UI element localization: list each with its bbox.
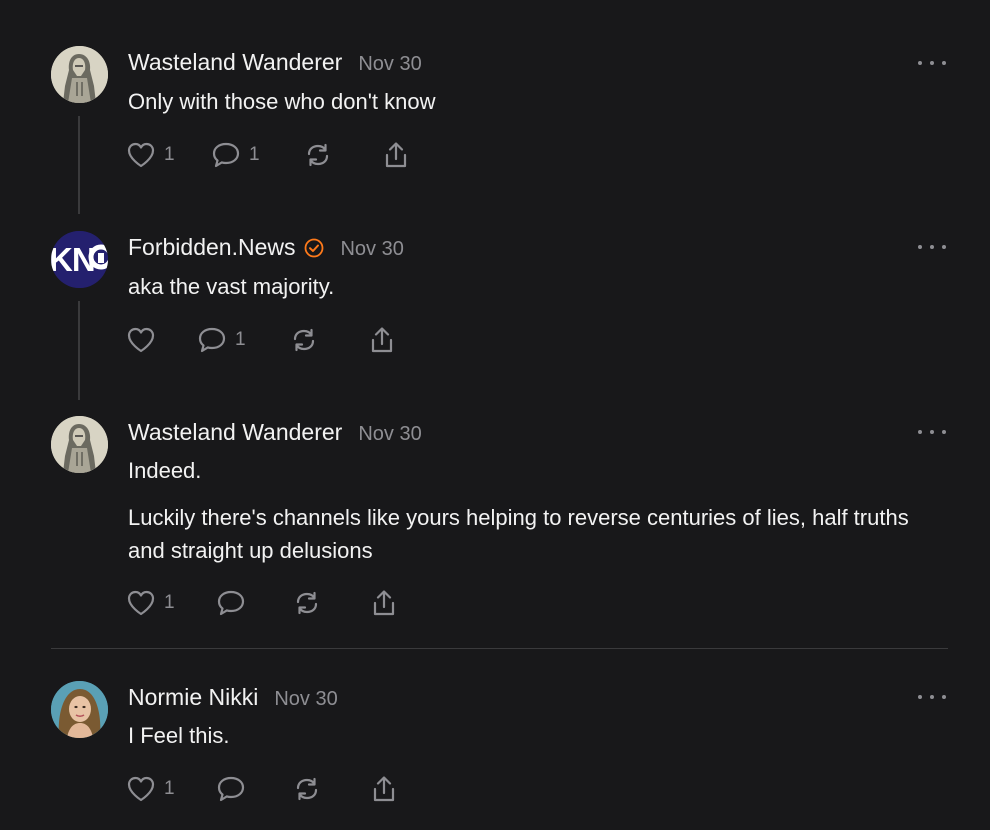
forbidden-news-logo-icon: KN [51,231,108,288]
comment-button[interactable] [216,775,254,803]
post-date[interactable]: Nov 30 [358,423,421,446]
like-count: 1 [164,778,175,799]
heart-icon [127,142,155,168]
post-paragraph: aka the vast majority. [128,274,335,299]
post-paragraph: Only with those who don't know [128,89,436,114]
thread-connector [78,301,80,400]
heart-icon [127,327,155,353]
divider [51,648,948,649]
verified-badge-icon [304,238,324,263]
share-icon [373,590,395,616]
post-paragraph: Luckily there's channels like yours help… [128,505,909,563]
like-count: 1 [164,592,175,613]
comment-count: 1 [235,329,246,350]
more-options-icon[interactable] [918,56,946,70]
more-options-icon[interactable] [918,240,946,254]
share-button[interactable] [369,775,399,803]
share-icon [385,142,407,168]
comment-icon [198,327,226,353]
nikki-avatar-icon [51,681,108,738]
logo-lettering: KN [51,241,95,278]
post-paragraph: I Feel this. [128,723,230,748]
author-name[interactable]: Forbidden.News [128,234,295,261]
wanderer-avatar-icon [51,416,108,473]
post-paragraph: Indeed. [128,458,202,483]
share-button[interactable] [369,589,399,617]
author-name[interactable]: Normie Nikki [128,684,258,711]
like-button[interactable] [126,326,164,354]
author-name[interactable]: Wasteland Wanderer [128,419,342,446]
avatar[interactable] [51,681,108,738]
post-text: I Feel this. [128,719,229,752]
restack-icon [307,143,329,167]
more-options-icon[interactable] [918,425,946,439]
share-button[interactable] [381,141,411,169]
comment-button[interactable] [216,589,254,617]
comment-icon [212,142,240,168]
avatar[interactable] [51,416,108,473]
comment-count: 1 [249,144,260,165]
restack-icon [296,591,318,615]
share-button[interactable] [367,326,397,354]
avatar[interactable] [51,46,108,103]
post-date[interactable]: Nov 30 [274,688,337,711]
author-name[interactable]: Wasteland Wanderer [128,49,342,76]
like-button[interactable]: 1 [126,589,175,617]
share-icon [373,776,395,802]
post-text: Indeed. Luckily there's channels like yo… [128,454,938,567]
like-count: 1 [164,144,175,165]
wanderer-avatar-icon [51,46,108,103]
restack-button[interactable] [303,141,333,169]
restack-icon [293,328,315,352]
avatar[interactable]: KN [51,231,108,288]
heart-icon [127,590,155,616]
more-options-icon[interactable] [918,690,946,704]
post-date[interactable]: Nov 30 [340,238,403,261]
restack-icon [296,777,318,801]
thread-connector [78,116,80,214]
heart-icon [127,776,155,802]
restack-button[interactable] [292,589,322,617]
comment-icon [217,590,245,616]
comment-button[interactable]: 1 [197,326,246,354]
like-button[interactable]: 1 [126,141,175,169]
comment-icon [217,776,245,802]
restack-button[interactable] [289,326,319,354]
post-date[interactable]: Nov 30 [358,53,421,76]
share-icon [371,327,393,353]
like-button[interactable]: 1 [126,775,175,803]
post-text: aka the vast majority. [128,270,334,303]
comment-button[interactable]: 1 [211,141,260,169]
post-text: Only with those who don't know [128,85,435,118]
restack-button[interactable] [292,775,322,803]
